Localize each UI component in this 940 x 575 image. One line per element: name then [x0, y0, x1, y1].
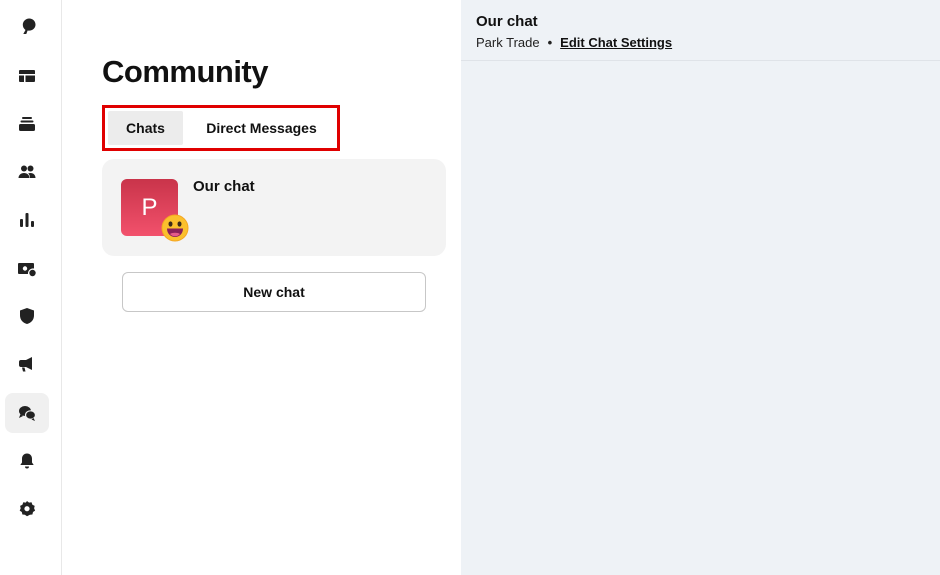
tab-direct-messages[interactable]: Direct Messages: [183, 111, 334, 145]
new-chat-button[interactable]: New chat: [122, 272, 426, 312]
community-panel: Community Chats Direct Messages P Our ch…: [62, 0, 461, 575]
audience-icon[interactable]: [5, 152, 49, 192]
collections-icon[interactable]: [5, 104, 49, 144]
insights-icon[interactable]: [5, 200, 49, 240]
settings-icon[interactable]: [5, 489, 49, 529]
chat-list-item[interactable]: P Our chat: [102, 159, 446, 256]
payouts-icon[interactable]: [5, 248, 49, 288]
chat-bubbles-icon[interactable]: [5, 393, 49, 433]
bell-icon[interactable]: [5, 441, 49, 481]
chat-header: Our chat Park Trade • Edit Chat Settings: [461, 0, 940, 61]
chat-subtitle: Park Trade • Edit Chat Settings: [476, 35, 672, 50]
sidebar: [0, 0, 62, 575]
app-window: Community Chats Direct Messages P Our ch…: [0, 0, 940, 575]
chat-name: Our chat: [193, 178, 255, 195]
library-icon[interactable]: [5, 56, 49, 96]
tab-chats[interactable]: Chats: [108, 111, 183, 145]
grinning-face-icon: [161, 214, 189, 242]
edit-chat-settings-link[interactable]: Edit Chat Settings: [560, 35, 672, 50]
chat-panel: Our chat Park Trade • Edit Chat Settings: [461, 0, 940, 575]
megaphone-icon[interactable]: [5, 344, 49, 384]
shield-icon[interactable]: [5, 296, 49, 336]
separator-dot: •: [547, 35, 553, 50]
chat-title: Our chat: [476, 13, 538, 30]
page-title: Community: [102, 54, 269, 89]
patreon-logo-icon[interactable]: [5, 6, 49, 46]
tab-bar: Chats Direct Messages: [102, 105, 340, 151]
creator-name: Park Trade: [476, 35, 540, 50]
